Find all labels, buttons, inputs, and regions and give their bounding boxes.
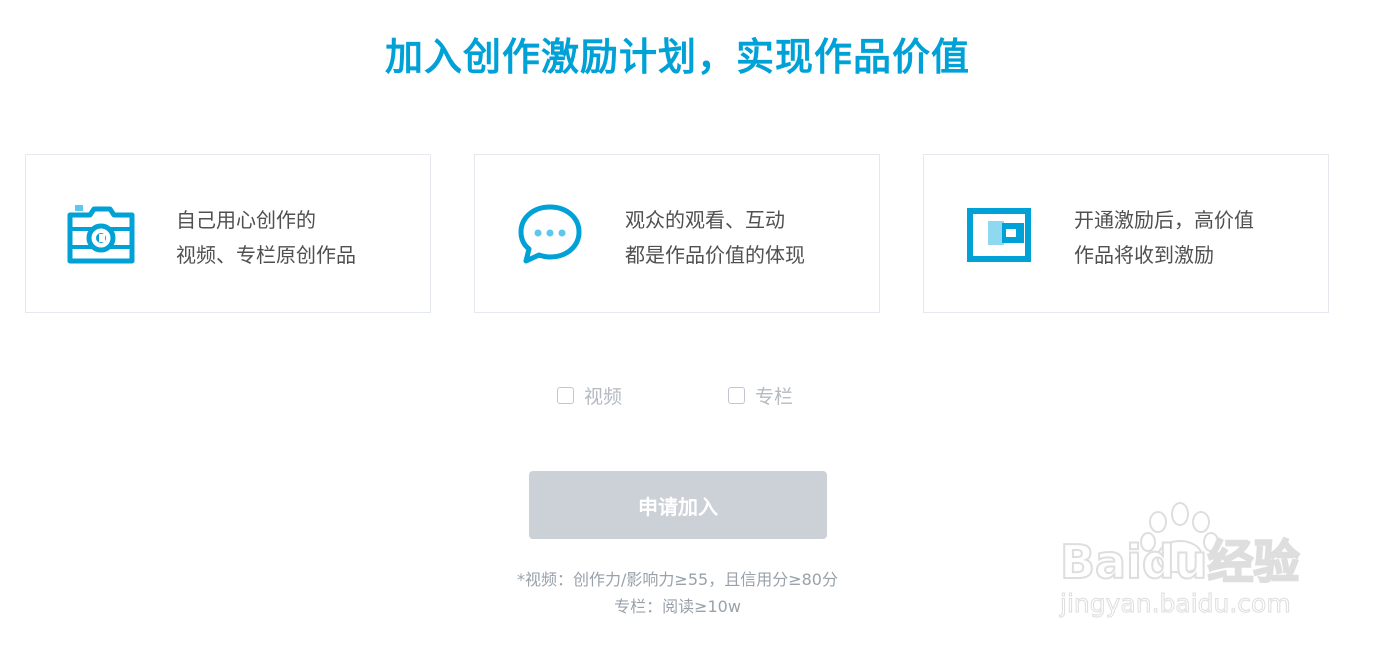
baidu-jingyan-watermark: Baidu经验 jingyan.baidu.com [1058, 500, 1308, 622]
feature-card-line-2: 都是作品价值的体现 [625, 243, 805, 267]
feature-card-line-1: 观众的观看、互动 [625, 208, 785, 232]
feature-card-line-1: 开通激励后，高价值 [1074, 208, 1254, 232]
camera-icon [66, 203, 136, 267]
feature-card-text: 自己用心创作的 视频、专栏原创作品 [176, 203, 356, 273]
column-checkbox-label: 专栏 [755, 386, 794, 408]
feature-card-text: 观众的观看、互动 都是作品价值的体现 [625, 203, 805, 273]
chat-bubble-icon [515, 203, 585, 267]
video-checkbox-label: 视频 [584, 386, 623, 408]
option-column[interactable]: 专栏 [728, 382, 793, 409]
page-title: 加入创作激励计划，实现作品价值 [384, 35, 970, 79]
feature-card-audience-value: 观众的观看、互动 都是作品价值的体现 [474, 154, 880, 313]
page: 加入创作激励计划，实现作品价值 自己用心创作的 视频、专栏原创作品 观众的观看、… [0, 0, 1381, 652]
apply-join-button[interactable]: 申请加入 [529, 471, 827, 539]
feature-card-text: 开通激励后，高价值 作品将收到激励 [1074, 203, 1254, 273]
category-options: 视频 专栏 [0, 382, 1355, 410]
option-video[interactable]: 视频 [557, 382, 622, 409]
column-checkbox[interactable] [728, 387, 745, 404]
feature-card-original-works: 自己用心创作的 视频、专栏原创作品 [25, 154, 431, 313]
feature-card-line-2: 作品将收到激励 [1074, 243, 1214, 267]
feature-card-line-1: 自己用心创作的 [176, 208, 316, 232]
watermark-url: jingyan.baidu.com [1059, 589, 1291, 618]
watermark-brand: Baidu经验 [1060, 535, 1300, 589]
feature-card-line-2: 视频、专栏原创作品 [176, 243, 356, 267]
feature-card-incentive: 开通激励后，高价值 作品将收到激励 [923, 154, 1329, 313]
video-checkbox[interactable] [557, 387, 574, 404]
wallet-icon [964, 203, 1034, 267]
